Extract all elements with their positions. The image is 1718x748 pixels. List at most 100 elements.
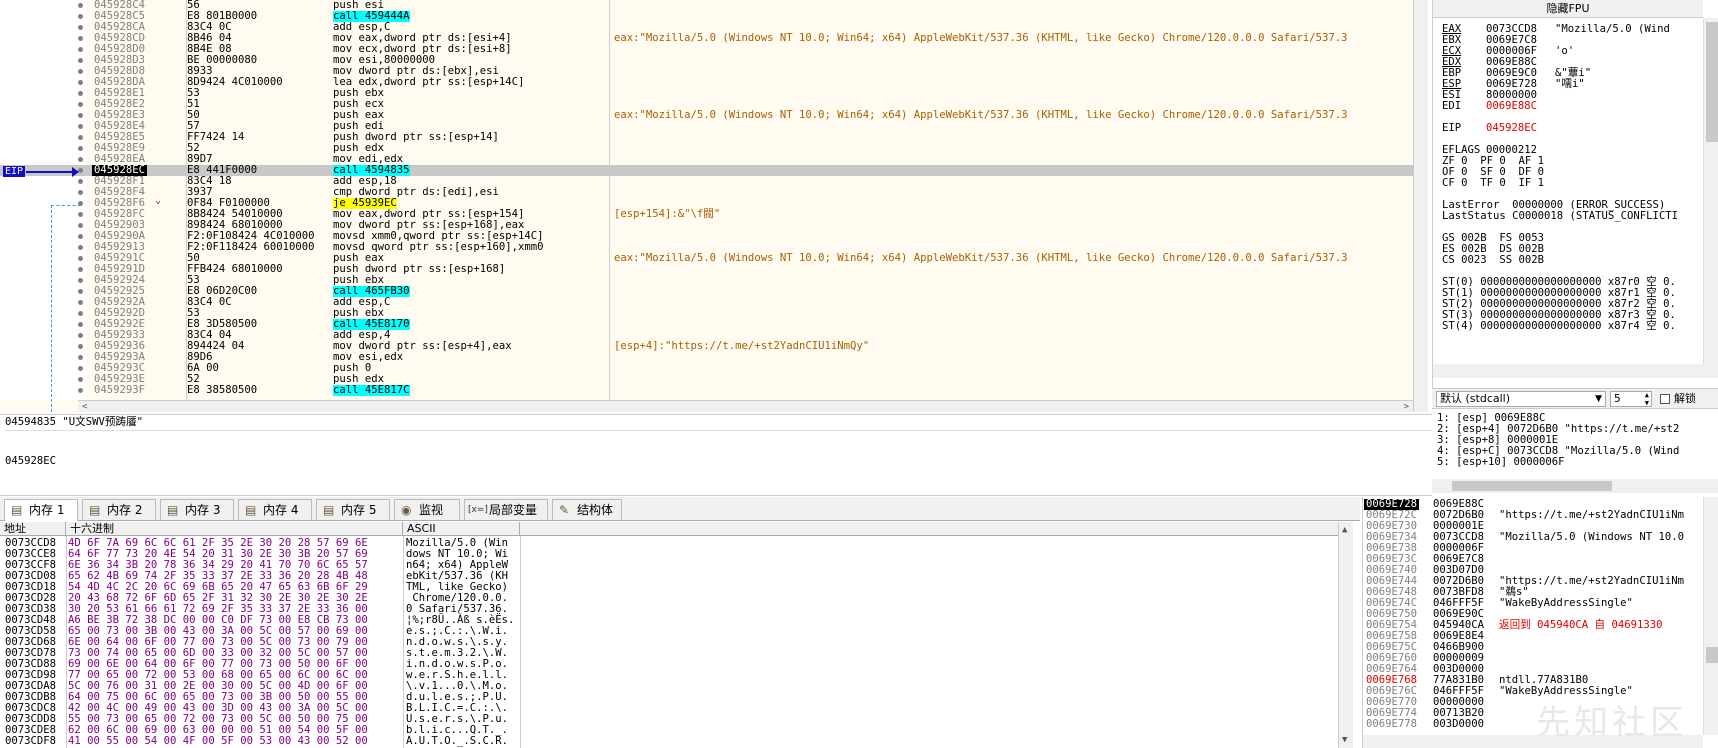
unlock-label: 解锁 <box>1674 392 1696 405</box>
fpu-line: ST(4) 0000000000000000000 x87r4 空 0. <box>1442 320 1676 332</box>
scroll-down-icon[interactable]: ▼ <box>1342 734 1347 746</box>
breakpoint-dot-icon[interactable] <box>78 267 83 272</box>
scrollbar-thumb[interactable] <box>1706 647 1718 663</box>
hide-fpu-button[interactable]: 隐藏FPU <box>1433 0 1703 18</box>
register-comment: "Mozilla/5.0 (Wind <box>1555 23 1670 35</box>
disassembly-view[interactable]: 045928C4 56 push esi 045928C5 E8 801B0000 cal… <box>0 0 1413 412</box>
bottom-tabbar: ▤内存 1▤内存 2▤内存 3▤内存 4▤内存 5◉监视 1[x=]局部变量✎结… <box>0 497 1360 538</box>
register-name: EIP <box>1442 122 1462 134</box>
memory-dump-view[interactable]: 地址 十六进制 ASCII 0073CCD8 4D 6F 7A 69 6C 6C … <box>0 522 1360 748</box>
disasm-bytes: 8D9424 4C010000 <box>187 76 283 88</box>
disasm-row[interactable]: 0459292A 83C4 0C add esp,C <box>0 297 1413 308</box>
breakpoint-dot-icon[interactable] <box>78 300 83 305</box>
scrollbar-thumb[interactable] <box>1452 481 1612 491</box>
argument-count-stepper[interactable]: 5 ▲ ▼ <box>1610 391 1652 407</box>
breakpoint-dot-icon[interactable] <box>78 234 83 239</box>
breakpoint-dot-icon[interactable] <box>78 344 83 349</box>
eip-arrow-icon <box>26 171 74 173</box>
dump-header-ascii: ASCII <box>403 522 520 536</box>
register-value: 045928EC <box>1486 122 1538 134</box>
dump-vertical-scrollbar[interactable]: ▲ ▼ <box>1338 522 1353 748</box>
disasm-row[interactable]: 0459293F E8 38580500 call 45E817C <box>0 385 1413 396</box>
scrollbar-thumb[interactable] <box>1706 22 1718 142</box>
disassembly-horizontal-scrollbar[interactable]: < > <box>78 400 1413 412</box>
breakpoint-dot-icon[interactable] <box>78 102 83 107</box>
tab-locals-7[interactable]: [x=] 局部变量 <box>464 499 548 520</box>
breakpoint-dot-icon[interactable] <box>78 322 83 327</box>
register-line[interactable]: EIP 045928EC <box>1442 123 1537 135</box>
breakpoint-dot-icon[interactable] <box>78 3 83 8</box>
scroll-right-icon[interactable]: > <box>1404 401 1409 412</box>
breakpoint-dot-icon[interactable] <box>78 58 83 63</box>
breakpoint-dot-icon[interactable] <box>78 157 83 162</box>
disasm-comment: [esp+4]:"https://t.me/+st2YadnCIU1iNmQy" <box>614 340 870 352</box>
tab-memory-2[interactable]: ▤ 内存 2 <box>82 499 156 520</box>
tab-memory-3[interactable]: ▤ 内存 3 <box>160 499 234 520</box>
register-line[interactable]: EDI 0069E88C <box>1442 101 1555 113</box>
locals-icon: [x=] <box>468 505 488 515</box>
tab-watch-6[interactable]: ◉监视 1 <box>394 499 460 538</box>
disasm-row[interactable]: 0459293C 6A 00 push 0 <box>0 363 1413 374</box>
breakpoint-dot-icon[interactable] <box>78 80 83 85</box>
breakpoint-dot-icon[interactable] <box>78 25 83 30</box>
tab-memory-1[interactable]: ▤ 内存 1 <box>4 499 78 521</box>
jump-down-arrow-icon: ⌄ <box>155 195 162 206</box>
disasm-comment: [esp+154]:&"\f閥" <box>614 208 721 220</box>
column-divider <box>66 536 67 748</box>
breakpoint-dot-icon[interactable] <box>78 91 83 96</box>
disasm-row[interactable]: 045928E1 53 push ebx <box>0 88 1413 99</box>
arguments-horizontal-scrollbar[interactable] <box>1432 479 1718 493</box>
register-value: 0069E88C <box>1486 100 1538 112</box>
tab-memory-5[interactable]: ▤ 内存 5 <box>316 499 390 520</box>
stack-vertical-scrollbar[interactable] <box>1703 497 1718 735</box>
disasm-row[interactable]: 0459291D FFB424 68010000 push dword ptr ss… <box>0 264 1413 275</box>
disasm-row[interactable]: 045928E5 FF7424 14 push dword ptr ss:[esp+… <box>0 132 1413 143</box>
breakpoint-dot-icon[interactable] <box>78 124 83 129</box>
breakpoint-dot-icon[interactable] <box>78 146 83 151</box>
breakpoint-dot-icon[interactable] <box>78 14 83 19</box>
breakpoint-dot-icon[interactable] <box>78 47 83 52</box>
disassembly-vertical-scrollbar[interactable] <box>1413 0 1428 412</box>
stack-address: 0069E778 <box>1366 718 1418 730</box>
tab-label: 结构体 <box>577 503 614 517</box>
disasm-address: 0459293F <box>94 384 146 396</box>
scroll-left-icon[interactable]: < <box>82 401 87 412</box>
dump-column-headers: 地址 十六进制 ASCII <box>0 522 1338 536</box>
registers-horizontal-scrollbar[interactable] <box>1433 364 1718 378</box>
breakpoint-dot-icon[interactable] <box>78 355 83 360</box>
breakpoint-dot-icon[interactable] <box>78 388 83 393</box>
tab-struct-8[interactable]: ✎ 结构体 <box>552 499 622 520</box>
breakpoint-dot-icon[interactable] <box>78 69 83 74</box>
breakpoint-dot-icon[interactable] <box>78 311 83 316</box>
breakpoint-dot-icon[interactable] <box>78 366 83 371</box>
breakpoint-dot-icon[interactable] <box>78 36 83 41</box>
breakpoint-dot-icon[interactable] <box>78 245 83 250</box>
breakpoint-dot-icon[interactable] <box>78 333 83 338</box>
breakpoint-dot-icon[interactable] <box>78 179 83 184</box>
disasm-comment: eax:"Mozilla/5.0 (Windows NT 10.0; Win64… <box>614 32 1348 44</box>
breakpoint-dot-icon[interactable] <box>78 113 83 118</box>
disasm-row[interactable]: 045928E3 50 push eax eax:"Mozilla/5.0 (Wind… <box>0 110 1413 121</box>
stepper-arrows-icon[interactable]: ▲ ▼ <box>1645 391 1649 407</box>
unlock-checkbox[interactable] <box>1660 394 1670 404</box>
registers-panel[interactable]: 隐藏FPU EAX 0073CCD8 "Mozilla/5.0 (Wind EBX 00… <box>1432 0 1718 388</box>
jump-line <box>51 205 52 412</box>
stack-comment: 返回到 045940CA 自 04691330 <box>1499 619 1663 631</box>
dump-header-address: 地址 <box>0 522 66 536</box>
scroll-up-icon[interactable]: ▲ <box>1342 524 1347 536</box>
breakpoint-dot-icon[interactable] <box>78 377 83 382</box>
breakpoint-dot-icon[interactable] <box>78 256 83 261</box>
breakpoint-dot-icon[interactable] <box>78 278 83 283</box>
watermark: 先知社区 <box>1536 703 1688 743</box>
calling-convention-select[interactable]: 默认 (stdcall) ▼ <box>1436 391 1606 407</box>
disasm-row[interactable]: 045928DA 8D9424 4C010000 lea edx,dword ptr… <box>0 77 1413 88</box>
breakpoint-dot-icon[interactable] <box>78 289 83 294</box>
breakpoint-dot-icon[interactable] <box>78 190 83 195</box>
breakpoint-dot-icon[interactable] <box>78 223 83 228</box>
registers-vertical-scrollbar[interactable] <box>1703 18 1718 364</box>
disasm-bytes: FFB424 68010000 <box>187 263 283 275</box>
breakpoint-dot-icon[interactable] <box>78 212 83 217</box>
breakpoint-dot-icon[interactable] <box>78 135 83 140</box>
tab-label: 内存 1 <box>29 503 65 517</box>
tab-memory-4[interactable]: ▤ 内存 4 <box>238 499 312 520</box>
